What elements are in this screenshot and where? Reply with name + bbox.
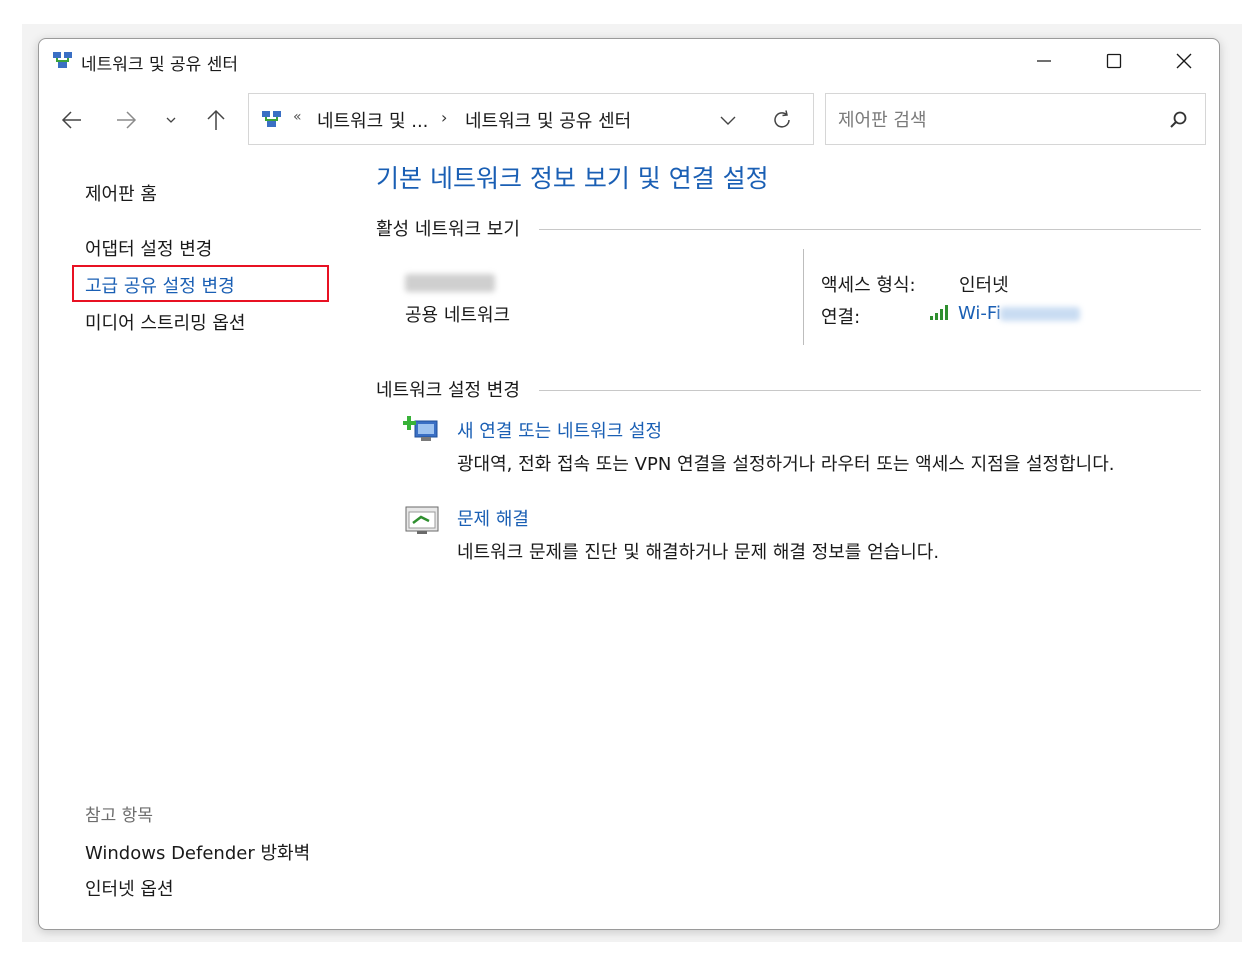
control-panel-window: 네트워크 및 공유 센터 « 네트워크 및 ... › 네트워크 및 공유 센터: [38, 38, 1220, 930]
arrow-left-icon: [61, 111, 81, 129]
window-title: 네트워크 및 공유 센터: [81, 55, 238, 75]
change-settings-heading: 네트워크 설정 변경: [376, 376, 528, 402]
see-also-heading: 참고 항목: [85, 806, 153, 826]
troubleshoot-link[interactable]: 문제 해결: [457, 505, 529, 531]
close-icon: [1176, 53, 1192, 69]
address-bar[interactable]: « 네트워크 및 ... › 네트워크 및 공유 센터: [248, 93, 814, 145]
vertical-divider: [803, 249, 804, 345]
wifi-connection-link[interactable]: Wi-Fi: [958, 303, 1001, 324]
arrow-right-icon: [117, 111, 137, 129]
chevron-down-icon: [720, 116, 736, 125]
search-input[interactable]: [836, 106, 1160, 134]
minimize-button[interactable]: [1009, 39, 1079, 83]
access-type-label: 액세스 형식:: [821, 275, 916, 296]
up-button[interactable]: [201, 105, 231, 135]
sidebar-item-advanced-sharing[interactable]: 고급 공유 설정 변경: [85, 272, 235, 298]
forward-button[interactable]: [111, 105, 141, 135]
maximize-button[interactable]: [1079, 39, 1149, 83]
breadcrumb-current[interactable]: 네트워크 및 공유 센터: [465, 107, 631, 133]
see-also-firewall-link[interactable]: Windows Defender 방화벽: [85, 839, 310, 865]
network-center-icon: [53, 52, 72, 68]
refresh-button[interactable]: [769, 107, 795, 133]
section-divider: [539, 229, 1201, 230]
arrow-up-icon: [207, 109, 225, 130]
maximize-icon: [1106, 53, 1122, 69]
sidebar-item-adapter-settings[interactable]: 어댑터 설정 변경: [85, 235, 212, 261]
troubleshoot-icon: [405, 506, 439, 534]
recent-locations-button[interactable]: [156, 105, 186, 135]
refresh-icon: [774, 110, 790, 128]
page-title: 기본 네트워크 정보 보기 및 연결 설정: [376, 164, 769, 193]
wifi-name-redacted: [1000, 307, 1080, 321]
address-history-button[interactable]: [715, 107, 741, 133]
troubleshoot-desc: 네트워크 문제를 진단 및 해결하거나 문제 해결 정보를 얻습니다.: [457, 542, 940, 563]
minimize-icon: [1037, 60, 1051, 62]
access-type-value: 인터넷: [959, 275, 1009, 296]
back-button[interactable]: [57, 105, 87, 135]
breadcrumb-network[interactable]: 네트워크 및 ...: [317, 107, 428, 133]
search-box[interactable]: [825, 93, 1206, 145]
breadcrumb-overflow[interactable]: «: [293, 109, 302, 125]
new-connection-icon: [403, 416, 438, 441]
setup-new-connection-link[interactable]: 새 연결 또는 네트워크 설정: [457, 417, 662, 443]
wifi-signal-icon: [930, 305, 948, 320]
see-also-internet-options-link[interactable]: 인터넷 옵션: [85, 875, 174, 901]
close-button[interactable]: [1149, 39, 1219, 83]
connection-label: 연결:: [821, 307, 861, 328]
search-icon[interactable]: [1166, 108, 1190, 132]
setup-new-connection-desc: 광대역, 전화 접속 또는 VPN 연결을 설정하거나 라우터 또는 액세스 지…: [457, 454, 1115, 475]
title-bar[interactable]: 네트워크 및 공유 센터: [39, 39, 1219, 83]
breadcrumb-separator[interactable]: ›: [441, 108, 447, 127]
sidebar-item-media-streaming[interactable]: 미디어 스트리밍 옵션: [85, 309, 245, 335]
control-panel-home-link[interactable]: 제어판 홈: [85, 180, 157, 206]
active-networks-heading: 활성 네트워크 보기: [376, 215, 528, 241]
network-center-icon: [262, 111, 281, 127]
network-name-redacted: [405, 274, 495, 292]
network-category: 공용 네트워크: [405, 305, 511, 326]
section-divider: [539, 390, 1201, 391]
chevron-down-icon: [166, 117, 176, 123]
